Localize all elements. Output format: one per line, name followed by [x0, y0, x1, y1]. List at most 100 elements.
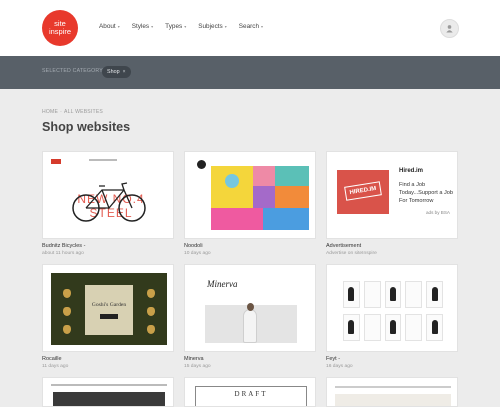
rocaille-feature-title: Goshi's Garden — [91, 301, 127, 308]
nav-search[interactable]: Search ▾ — [239, 23, 263, 30]
card-title[interactable]: Minerva — [184, 356, 316, 362]
site-card-partial[interactable] — [326, 377, 458, 407]
product-figure — [389, 286, 396, 301]
card-title[interactable]: Feyt - — [326, 356, 458, 362]
nav-subjects[interactable]: Subjects ▾ — [198, 23, 227, 30]
noodoli-tile — [253, 166, 275, 186]
card-date: 11 days ago — [42, 364, 69, 369]
ornament-icon — [147, 325, 155, 334]
draft-logo: DRAFT — [234, 390, 268, 398]
site-card-advertisement[interactable]: HIRED.IM Hired.im Find a Job Today...Sup… — [326, 151, 458, 256]
noodoli-tile — [263, 208, 309, 230]
partial-frame: DRAFT — [195, 386, 307, 406]
site-card-partial[interactable]: DRAFT — [184, 377, 316, 407]
site-card-partial[interactable] — [42, 377, 174, 407]
noodoli-character — [225, 174, 239, 188]
user-menu-button[interactable] — [440, 19, 459, 38]
product-tile — [405, 281, 423, 308]
close-icon[interactable]: × — [123, 69, 126, 75]
product-tile — [405, 314, 423, 341]
ornament-icon — [63, 325, 71, 334]
main-nav: About ▾ Styles ▾ Types ▾ Subjects ▾ Search ▾ — [99, 23, 263, 30]
category-pill-shop[interactable]: Shop × — [102, 66, 131, 78]
site-thumbnail[interactable] — [326, 264, 458, 352]
product-tile — [384, 314, 402, 341]
card-title: Advertisement — [326, 243, 362, 249]
noodoli-logo-mark — [197, 160, 206, 169]
card-title[interactable]: Rocaille — [42, 356, 174, 362]
site-card-budnitz[interactable]: NEW NO.4 STEEL Budnitz Bicycles - about … — [42, 151, 174, 256]
rocaille-feature: Goshi's Garden — [85, 285, 133, 335]
product-tile — [343, 314, 360, 341]
ornament-icon — [63, 289, 71, 298]
nav-subjects-label: Subjects — [198, 23, 223, 30]
breadcrumb-separator: · — [60, 109, 62, 115]
feyt-product-grid — [343, 281, 443, 341]
chevron-down-icon: ▾ — [261, 24, 264, 29]
page-title: Shop websites — [42, 120, 131, 134]
chevron-down-icon: ▾ — [224, 24, 227, 29]
category-bar: SELECTED CATEGORY: Shop × — [0, 56, 500, 89]
ads-by-bsa[interactable]: ads by BSA — [426, 210, 450, 215]
noodoli-tile — [253, 186, 275, 208]
site-thumbnail[interactable]: Minerva — [184, 264, 316, 352]
site-card-noodoli[interactable]: Noodoli 10 days ago — [184, 151, 316, 256]
user-icon — [446, 25, 453, 33]
siteinspire-logo[interactable]: site inspire — [42, 10, 78, 46]
ornament-icon — [147, 307, 155, 316]
minerva-logo: Minerva — [207, 279, 238, 289]
ornament-icon — [147, 289, 155, 298]
breadcrumb-home[interactable]: HOME — [42, 109, 58, 115]
site-card-minerva[interactable]: Minerva Minerva 15 days ago — [184, 264, 316, 369]
nav-types-label: Types — [165, 23, 183, 30]
chevron-down-icon: ▾ — [184, 24, 187, 29]
noodoli-tile — [275, 186, 309, 208]
card-subtitle[interactable]: Advertise on siteInspire — [326, 251, 458, 256]
budnitz-logo-mark — [51, 159, 61, 164]
bicycle-icon — [72, 182, 146, 222]
breadcrumb: HOME · ALL WEBSITES — [42, 109, 103, 115]
noodoli-tile — [211, 208, 263, 230]
site-header: site inspire About ▾ Styles ▾ Types ▾ Subje… — [0, 0, 500, 56]
product-figure — [348, 319, 355, 334]
site-thumbnail[interactable] — [184, 151, 316, 239]
model-head — [247, 303, 254, 311]
product-tile — [363, 314, 381, 341]
partial-hero — [335, 394, 451, 406]
card-date: 10 days ago — [184, 251, 211, 256]
site-card-feyt[interactable]: Feyt - 16 days ago — [326, 264, 458, 369]
card-date: 16 days ago — [326, 364, 353, 369]
card-title[interactable]: Budnitz Bicycles - — [42, 243, 174, 249]
product-figure — [431, 319, 438, 334]
product-figure — [348, 286, 355, 301]
product-tile — [363, 281, 381, 308]
nav-types[interactable]: Types ▾ — [165, 23, 186, 30]
breadcrumb-current[interactable]: ALL WEBSITES — [64, 109, 103, 115]
site-thumbnail[interactable]: Goshi's Garden — [42, 264, 174, 352]
card-date: about 11 hours ago — [42, 251, 84, 256]
site-card-rocaille[interactable]: Goshi's Garden Rocaille 11 days ago — [42, 264, 174, 369]
product-tile — [426, 314, 443, 341]
logo-line2: inspire — [48, 27, 72, 36]
nav-about[interactable]: About ▾ — [99, 23, 120, 30]
product-figure — [431, 286, 438, 301]
ad-body[interactable]: Find a Job Today...Support a Job For Tom… — [399, 181, 457, 205]
product-figure — [389, 319, 396, 334]
card-title[interactable]: Noodoli — [184, 243, 316, 249]
site-thumbnail[interactable]: NEW NO.4 STEEL — [42, 151, 174, 239]
ad-thumbnail[interactable]: HIRED.IM Hired.im Find a Job Today...Sup… — [326, 151, 458, 239]
chevron-down-icon: ▾ — [151, 24, 154, 29]
selected-category-label: SELECTED CATEGORY: — [42, 68, 105, 74]
product-tile — [343, 281, 360, 308]
nav-styles-label: Styles — [131, 23, 150, 30]
partial-nav-bar — [335, 386, 451, 388]
noodoli-tile — [275, 166, 309, 186]
chevron-down-icon: ▾ — [117, 24, 120, 29]
ornament-icon — [63, 307, 71, 316]
budnitz-nav-bar — [89, 159, 117, 161]
nav-styles[interactable]: Styles ▾ — [132, 23, 153, 30]
product-tile — [426, 281, 443, 308]
ad-title[interactable]: Hired.im — [399, 168, 423, 174]
nav-search-label: Search — [238, 23, 259, 30]
card-date: 15 days ago — [184, 364, 211, 369]
